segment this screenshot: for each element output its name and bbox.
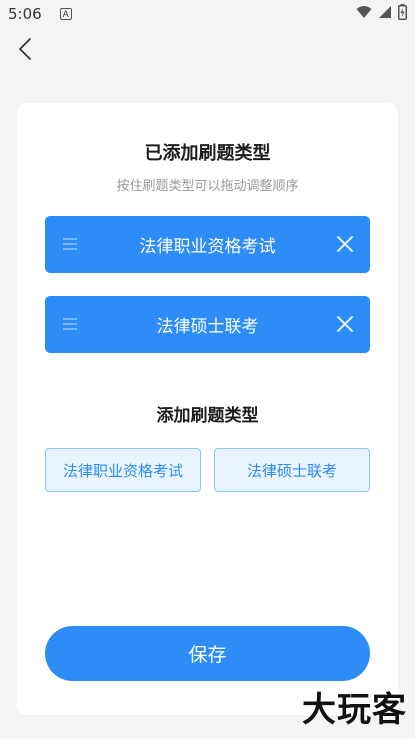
status-time: 5:06 [8,5,42,23]
section-title: 添加刷题类型 [156,406,259,426]
battery-icon [398,4,407,20]
page-title: 已添加刷题类型 [144,143,271,164]
added-type-label: 法律职业资格考试 [139,237,276,257]
drag-handle-icon[interactable] [63,318,77,330]
page-subtitle: 按住刷题类型可以拖动调整顺序 [116,179,299,194]
wifi-icon [356,6,372,18]
drag-handle-icon[interactable] [63,238,77,250]
close-icon[interactable] [336,315,354,333]
signal-icon [379,6,391,18]
chevron-left-icon [19,38,31,60]
watermark-logo: 大玩客 [302,690,407,730]
added-type-item[interactable]: 法律硕士联考 [45,296,370,353]
add-type-option[interactable]: 法律职业资格考试 [45,448,201,492]
back-button[interactable] [10,34,40,64]
close-icon[interactable] [336,235,354,253]
added-type-label: 法律硕士联考 [156,317,259,337]
notification-icon: A [59,8,72,20]
added-type-item[interactable]: 法律职业资格考试 [45,216,370,273]
settings-card: 已添加刷题类型 按住刷题类型可以拖动调整顺序 法律职业资格考试 法律硕士联考 添… [17,103,398,715]
add-type-option[interactable]: 法律硕士联考 [214,448,370,492]
status-indicators [356,4,407,20]
status-bar: 5:06 A [0,0,415,28]
save-button[interactable]: 保存 [45,626,370,681]
